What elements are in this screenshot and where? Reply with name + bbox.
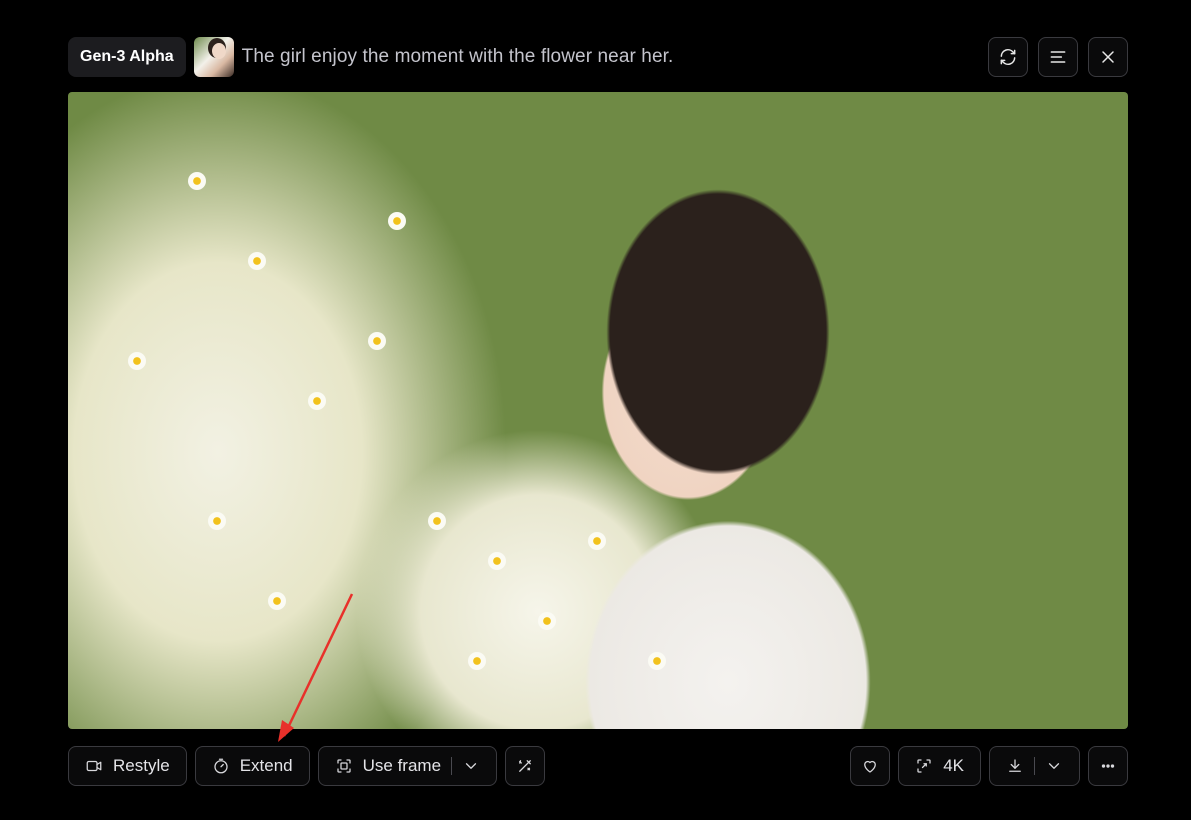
divider xyxy=(1034,757,1035,775)
lines-icon xyxy=(1050,51,1066,63)
model-badge: Gen-3 Alpha xyxy=(68,37,186,77)
extend-button[interactable]: Extend xyxy=(194,746,310,786)
use-frame-label: Use frame xyxy=(362,756,442,775)
upscale-icon xyxy=(917,759,931,773)
extend-label: Extend xyxy=(239,756,293,775)
divider xyxy=(451,757,453,775)
favorite-button[interactable] xyxy=(850,746,891,786)
action-toolbar: Restyle Extend Use frame 4K xyxy=(68,746,1128,786)
toolbar-right: 4K xyxy=(850,746,1128,786)
magic-wand-button[interactable] xyxy=(505,746,546,786)
upscale-4k-button[interactable]: 4K xyxy=(898,746,981,786)
header-actions xyxy=(988,37,1128,77)
more-horizontal-icon xyxy=(1101,764,1115,768)
restyle-label: Restyle xyxy=(113,756,170,775)
download-button[interactable] xyxy=(989,746,1080,786)
video-camera-icon xyxy=(86,760,102,772)
restyle-button[interactable]: Restyle xyxy=(68,746,187,786)
daisy xyxy=(188,172,206,190)
daisy xyxy=(128,352,146,370)
daisy xyxy=(428,512,446,530)
prompt-text: The girl enjoy the moment with the flowe… xyxy=(241,46,674,67)
chevron-down-icon[interactable] xyxy=(462,757,480,775)
regenerate-button[interactable] xyxy=(988,37,1028,77)
frame-focus-icon xyxy=(336,759,351,773)
generated-video-frame[interactable] xyxy=(68,92,1128,729)
daisy xyxy=(208,512,226,530)
daisy xyxy=(588,532,606,550)
daisy xyxy=(368,332,386,350)
details-button[interactable] xyxy=(1038,37,1078,77)
magic-wand-icon xyxy=(519,760,531,772)
daisy xyxy=(388,212,406,230)
upscale-label: 4K xyxy=(943,756,964,775)
prompt-image-thumbnail[interactable] xyxy=(193,37,234,77)
download-icon xyxy=(1009,759,1021,772)
daisy xyxy=(648,652,666,670)
header-bar: Gen-3 Alpha The girl enjoy the moment wi… xyxy=(68,37,1128,77)
heart-icon xyxy=(864,760,877,773)
close-icon xyxy=(1102,51,1114,63)
daisy xyxy=(308,392,326,410)
daisy xyxy=(488,552,506,570)
timer-icon xyxy=(214,758,228,774)
close-button[interactable] xyxy=(1088,37,1128,77)
chevron-down-icon[interactable] xyxy=(1045,757,1063,775)
use-frame-button[interactable]: Use frame xyxy=(317,746,498,786)
refresh-icon xyxy=(1000,48,1016,66)
daisy xyxy=(248,252,266,270)
daisy xyxy=(468,652,486,670)
more-options-button[interactable] xyxy=(1088,746,1128,786)
annotation-arrow xyxy=(278,593,354,742)
daisy xyxy=(538,612,556,630)
